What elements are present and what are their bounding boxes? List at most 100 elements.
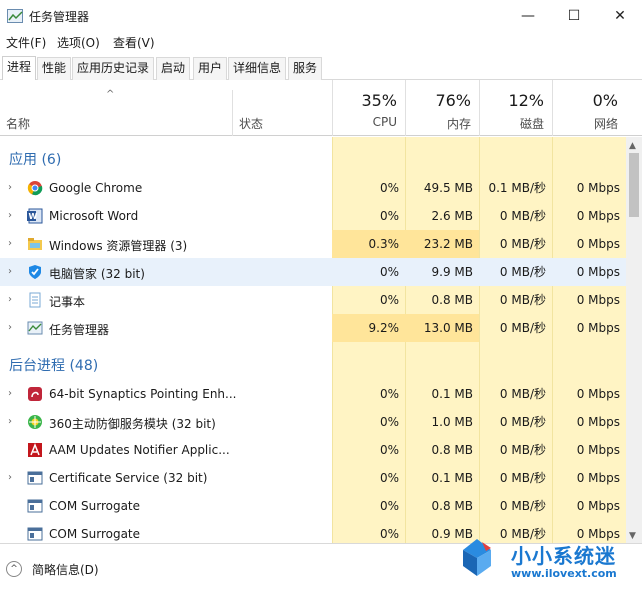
process-row[interactable]: COM Surrogate 0% 0.8 MB 0 MB/秒 0 Mbps [0, 492, 626, 520]
process-disk: 0 MB/秒 [499, 293, 546, 307]
svg-text:W: W [29, 212, 38, 221]
process-disk: 0 MB/秒 [499, 321, 546, 335]
process-name: AAM Updates Notifier Applic... [49, 443, 230, 457]
tab-startup[interactable]: 启动 [156, 57, 191, 80]
header-divider [232, 90, 233, 136]
process-name: 64-bit Synaptics Pointing Enh... [49, 387, 237, 401]
tab-bar: 进程 性能 应用历史记录 启动 用户 详细信息 服务 [0, 54, 642, 80]
tab-processes[interactable]: 进程 [2, 56, 37, 80]
process-cpu: 0% [379, 415, 399, 429]
process-row[interactable]: › 电脑管家 (32 bit) 0% 9.9 MB 0 MB/秒 0 Mbps [0, 258, 626, 286]
service-icon [27, 470, 43, 486]
header-network[interactable]: 0% 网络 [552, 80, 626, 136]
process-network: 0 Mbps [576, 293, 620, 307]
menu-file[interactable]: 文件(F) [6, 34, 46, 51]
process-cpu: 0% [379, 387, 399, 401]
notepad-icon [27, 292, 43, 308]
expand-chevron-icon[interactable]: › [8, 210, 12, 221]
process-cpu: 0% [379, 209, 399, 223]
tab-services[interactable]: 服务 [288, 57, 323, 80]
process-disk: 0.1 MB/秒 [488, 181, 546, 195]
sort-caret-icon[interactable]: ^ [106, 89, 114, 100]
expand-chevron-icon[interactable]: › [8, 266, 12, 277]
process-row[interactable]: › 记事本 0% 0.8 MB 0 MB/秒 0 Mbps [0, 286, 626, 314]
process-name: Certificate Service (32 bit) [49, 471, 208, 485]
process-disk: 0 MB/秒 [499, 209, 546, 223]
minimize-button[interactable]: — [505, 0, 551, 32]
process-row[interactable]: › 64-bit Synaptics Pointing Enh... 0% 0.1 M… [0, 380, 626, 408]
expand-chevron-icon[interactable]: › [8, 238, 12, 249]
menu-view[interactable]: 查看(V) [113, 34, 155, 51]
process-network: 0 Mbps [576, 209, 620, 223]
process-name: Windows 资源管理器 (3) [49, 239, 188, 253]
network-label: 网络 [593, 117, 618, 131]
process-name: COM Surrogate [49, 527, 141, 541]
cpu-label: CPU [372, 115, 397, 129]
process-cpu: 0% [379, 293, 399, 307]
vertical-scrollbar[interactable]: ▲ ▼ [626, 137, 642, 543]
process-memory: 0.1 MB [431, 387, 473, 401]
expand-chevron-icon[interactable]: › [8, 182, 12, 193]
process-network: 0 Mbps [576, 499, 620, 513]
tab-app-history[interactable]: 应用历史记录 [72, 57, 155, 80]
expand-chevron-icon[interactable]: › [8, 294, 12, 305]
expand-chevron-icon[interactable]: › [8, 388, 12, 399]
maximize-button[interactable]: ☐ [551, 0, 597, 32]
service-icon [27, 498, 43, 514]
collapse-icon[interactable]: ^ [6, 561, 22, 577]
disk-percent: 12% [508, 91, 544, 110]
process-row[interactable]: AAM Updates Notifier Applic... 0% 0.8 MB 0 … [0, 436, 626, 464]
title-bar[interactable]: 任务管理器 — ☐ ✕ [0, 0, 642, 32]
process-row[interactable]: › Google Chrome 0% 49.5 MB 0.1 MB/秒 0 Mbps [0, 174, 626, 202]
adobe-icon [27, 442, 43, 458]
process-memory: 2.6 MB [431, 209, 473, 223]
expand-chevron-icon[interactable]: › [8, 472, 12, 483]
process-row[interactable]: › 任务管理器 9.2% 13.0 MB 0 MB/秒 0 Mbps [0, 314, 626, 342]
360-icon [27, 414, 43, 430]
close-button[interactable]: ✕ [597, 0, 642, 32]
process-row[interactable]: › Certificate Service (32 bit) 0% 0.1 MB 0 M… [0, 464, 626, 492]
header-name[interactable]: 名称 [6, 115, 30, 132]
process-network: 0 Mbps [576, 471, 620, 485]
process-name: Microsoft Word [49, 209, 139, 223]
process-name: 记事本 [49, 295, 86, 309]
process-list[interactable]: 应用 (6) 后台进程 (48) › Google Chrome 0% 49.5 MB… [0, 137, 626, 543]
explorer-icon [27, 236, 43, 252]
cpu-percent: 35% [361, 91, 397, 110]
scroll-down-icon[interactable]: ▼ [629, 531, 636, 541]
synaptics-icon [27, 386, 43, 402]
header-cpu[interactable]: 35% CPU [332, 80, 405, 136]
task-manager-icon [27, 320, 43, 336]
process-row[interactable]: › 360主动防御服务模块 (32 bit) 0% 1.0 MB 0 MB/秒 0 Mbp… [0, 408, 626, 436]
process-disk: 0 MB/秒 [499, 237, 546, 251]
watermark-logo-icon [463, 539, 491, 576]
expand-chevron-icon[interactable]: › [8, 416, 12, 427]
process-network: 0 Mbps [576, 321, 620, 335]
tab-details[interactable]: 详细信息 [228, 57, 287, 80]
header-status[interactable]: 状态 [239, 115, 263, 132]
tab-performance[interactable]: 性能 [37, 57, 72, 80]
process-network: 0 Mbps [576, 181, 620, 195]
tab-users[interactable]: 用户 [193, 57, 228, 80]
header-disk[interactable]: 12% 磁盘 [479, 80, 552, 136]
menu-options[interactable]: 选项(O) [57, 34, 100, 51]
process-disk: 0 MB/秒 [499, 499, 546, 513]
process-cpu: 0% [379, 181, 399, 195]
process-row[interactable]: › Windows 资源管理器 (3) 0.3% 23.2 MB 0 MB/秒 0 Mbp… [0, 230, 626, 258]
header-memory[interactable]: 76% 内存 [405, 80, 479, 136]
expand-chevron-icon[interactable]: › [8, 322, 12, 333]
process-network: 0 Mbps [576, 415, 620, 429]
process-disk: 0 MB/秒 [499, 471, 546, 485]
process-row[interactable]: › W Microsoft Word 0% 2.6 MB 0 MB/秒 0 Mbps [0, 202, 626, 230]
disk-label: 磁盘 [519, 117, 544, 131]
scroll-thumb[interactable] [629, 153, 639, 217]
process-memory: 0.1 MB [431, 471, 473, 485]
process-cpu: 0% [379, 499, 399, 513]
process-name: 电脑管家 (32 bit) [49, 267, 145, 281]
process-name: 360主动防御服务模块 (32 bit) [49, 417, 216, 431]
scroll-up-icon[interactable]: ▲ [629, 141, 636, 151]
fewer-details-link[interactable]: 简略信息(D) [32, 561, 99, 578]
watermark-title: 小小系统迷 [511, 544, 616, 568]
service-icon [27, 526, 43, 542]
task-manager-app-icon [7, 9, 23, 23]
